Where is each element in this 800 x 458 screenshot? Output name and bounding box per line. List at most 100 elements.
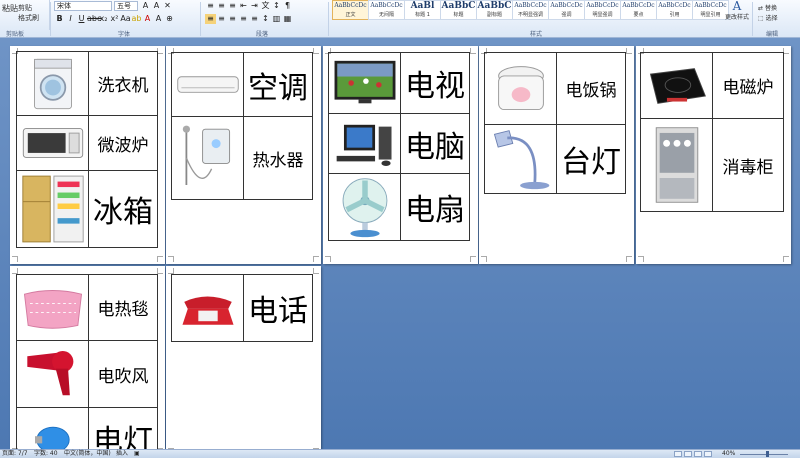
zoom-slider[interactable] <box>740 454 788 455</box>
appliance-row: 电话 <box>172 275 312 341</box>
margin-mark <box>168 256 174 262</box>
paste-button[interactable]: 粘贴 <box>2 3 18 14</box>
clipboard-group-label: 剪贴板 <box>6 31 25 38</box>
style-tile[interactable]: AaBbCcDc 要点 <box>620 0 657 20</box>
document-page[interactable]: 电饭锅 台灯 <box>479 46 634 264</box>
subscript-icon[interactable]: x₂ <box>98 14 109 24</box>
select-icon: ⬚ <box>758 15 764 22</box>
font-size-select[interactable]: 五号 <box>114 1 138 11</box>
style-tile[interactable]: AaBbCcDc 无间隔 <box>368 0 405 20</box>
change-case-icon[interactable]: Aa <box>120 14 131 24</box>
appliance-label: 电磁炉 <box>722 78 774 98</box>
appliance-label: 电视 <box>405 69 465 104</box>
change-styles-button[interactable]: A 更改样式 <box>724 0 750 21</box>
style-tile[interactable]: AaBbC 副标题 <box>476 0 513 20</box>
full-screen-icon[interactable] <box>684 451 692 457</box>
appliance-row: 台灯 <box>485 125 625 193</box>
decrease-indent-icon[interactable]: ⇤ <box>238 1 249 11</box>
appliance-row: 电磁炉 <box>641 53 783 119</box>
margin-mark <box>313 256 319 262</box>
font-color-icon[interactable]: A <box>142 14 153 24</box>
margin-mark <box>157 256 163 262</box>
align-left-icon[interactable]: ≡ <box>205 14 216 24</box>
change-styles-label: 更改样式 <box>724 14 749 21</box>
shading-icon[interactable]: ▥ <box>271 14 282 24</box>
style-tile[interactable]: AaBbC 标题 <box>440 0 477 20</box>
appliance-row: 微波炉 <box>17 116 157 171</box>
bullets-icon[interactable]: ≡ <box>205 1 216 11</box>
font-grow-toolbar: A A ✕ <box>140 1 173 11</box>
print-layout-icon[interactable] <box>674 451 682 457</box>
style-name: 标题 <box>453 12 464 18</box>
macro-icon[interactable]: ▣ <box>134 450 140 458</box>
chinese-layout-icon[interactable]: 文 <box>260 1 271 11</box>
cut-button[interactable]: 剪贴 <box>18 3 32 13</box>
style-tile[interactable]: AaBbCcDc 引用 <box>656 0 693 20</box>
italic-icon[interactable]: I <box>65 14 76 24</box>
style-tile[interactable]: AaBbCcDc 正文 <box>332 0 369 20</box>
document-page[interactable]: 电热毯 电吹风 电灯 <box>10 266 165 449</box>
style-sample: AaBbCcDc <box>514 2 547 9</box>
bold-icon[interactable]: B <box>54 14 65 24</box>
select-label: 选择 <box>765 15 778 22</box>
style-sample: AaBbCcDc <box>694 2 727 9</box>
distribute-icon[interactable]: ≡ <box>249 14 260 24</box>
replace-label: 替换 <box>764 5 777 12</box>
superscript-icon[interactable]: x² <box>109 14 120 24</box>
style-name: 明显强调 <box>592 12 613 18</box>
align-center-icon[interactable]: ≡ <box>216 14 227 24</box>
grow-font-icon[interactable]: A <box>140 1 151 11</box>
shrink-font-icon[interactable]: A <box>151 1 162 11</box>
outline-view-icon[interactable] <box>704 451 712 457</box>
style-sample: AaBbC <box>441 1 476 11</box>
style-name: 引用 <box>669 12 680 18</box>
zoom-slider-thumb[interactable] <box>766 451 769 457</box>
document-page[interactable]: 电磁炉 消毒柜 <box>636 46 791 264</box>
style-sample: AaBbCcDc <box>622 2 655 9</box>
style-tile[interactable]: AaBl 标题 1 <box>404 0 441 20</box>
replace-button[interactable]: ⇄ 替换 <box>758 3 777 12</box>
style-tile[interactable]: AaBbCcDc 不明显强调 <box>512 0 549 20</box>
char-border-icon[interactable]: ⊕ <box>164 14 175 24</box>
word-count[interactable]: 字数: 40 <box>34 450 58 458</box>
refrigerator-icon <box>17 171 89 247</box>
list-toolbar: ≡ ≡ ≡ ⇤ ⇥ 文 ↕ ¶ <box>205 1 293 11</box>
style-name: 要点 <box>633 12 644 18</box>
zoom-level[interactable]: 40% <box>722 450 735 458</box>
justify-icon[interactable]: ≡ <box>238 14 249 24</box>
page-count[interactable]: 页面: 7/7 <box>2 450 28 458</box>
numbering-icon[interactable]: ≡ <box>216 1 227 11</box>
document-area[interactable]: 洗衣机 微波炉 冰箱 空调 热水器 电视 电脑 电扇 电饭锅 台灯 电磁炉 消毒柜 电热毯 电吹风 电灯 电话 <box>0 38 800 449</box>
sort-icon[interactable]: ↕ <box>271 1 282 11</box>
document-page[interactable]: 电话 <box>166 266 321 449</box>
increase-indent-icon[interactable]: ⇥ <box>249 1 260 11</box>
font-name-select[interactable]: 宋体 <box>54 1 112 11</box>
select-button[interactable]: ⬚ 选择 <box>758 13 778 22</box>
appliance-label: 消毒柜 <box>722 157 774 178</box>
char-shading-icon[interactable]: A <box>153 14 164 24</box>
underline-icon[interactable]: U <box>76 14 87 24</box>
web-layout-icon[interactable] <box>694 451 702 457</box>
strikethrough-icon[interactable]: abc <box>87 14 101 24</box>
show-marks-icon[interactable]: ¶ <box>282 1 293 11</box>
line-spacing-icon[interactable]: ↕ <box>260 14 271 24</box>
format-painter-button[interactable]: 格式刷 <box>18 13 39 23</box>
margin-mark <box>626 48 632 54</box>
style-name: 强调 <box>561 12 572 18</box>
appliance-label: 电灯 <box>93 424 153 449</box>
insert-mode[interactable]: 插入 <box>116 450 128 458</box>
borders-icon[interactable]: ▦ <box>282 14 293 24</box>
language-indicator[interactable]: 中文(简体，中国) <box>64 450 111 458</box>
light-bulb-icon <box>17 408 89 449</box>
style-tile[interactable]: AaBbCcDc 明显强调 <box>584 0 621 20</box>
align-right-icon[interactable]: ≡ <box>227 14 238 24</box>
style-tile[interactable]: AaBbCcDc 强调 <box>548 0 585 20</box>
clear-format-icon[interactable]: ✕ <box>162 1 173 11</box>
document-page[interactable]: 空调 热水器 <box>166 46 321 264</box>
multilevel-list-icon[interactable]: ≡ <box>227 1 238 11</box>
rice-cooker-icon <box>485 53 557 124</box>
document-page[interactable]: 洗衣机 微波炉 冰箱 <box>10 46 165 264</box>
highlight-icon[interactable]: ab <box>131 14 142 24</box>
document-page[interactable]: 电视 电脑 电扇 <box>323 46 478 264</box>
style-sample: AaBbCcDc <box>550 2 583 9</box>
